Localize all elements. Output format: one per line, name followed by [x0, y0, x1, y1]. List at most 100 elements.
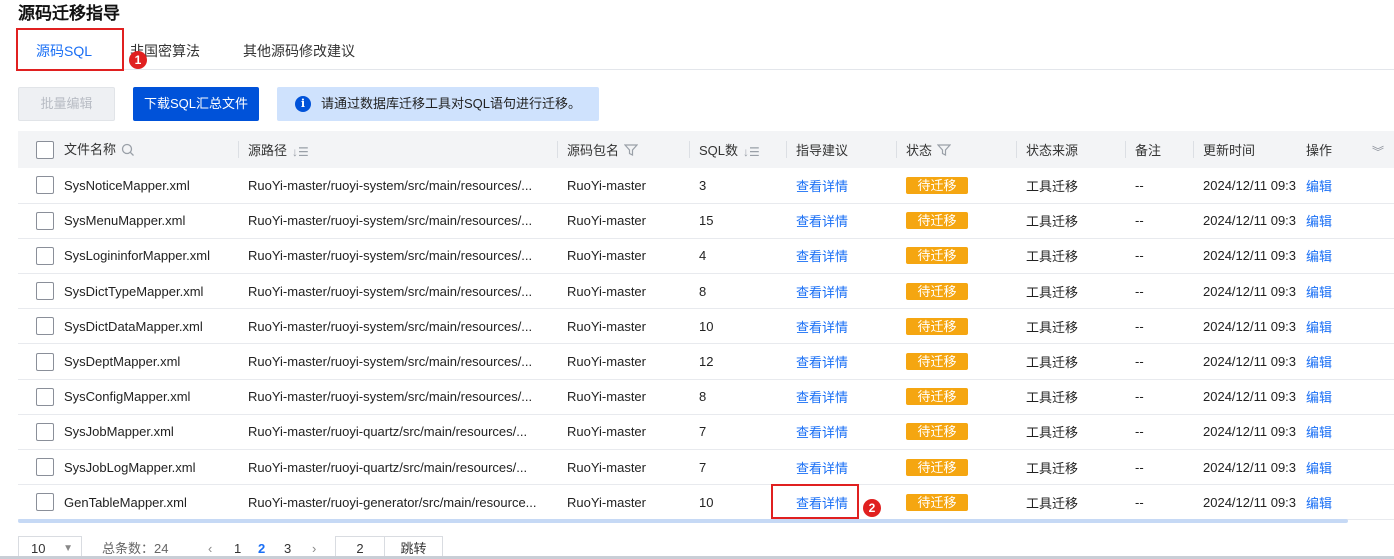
- view-details-link[interactable]: 查看详情: [796, 214, 848, 229]
- file-name-cell: GenTableMapper.xml: [64, 494, 187, 510]
- table-row: SysDeptMapper.xml RuoYi-master/ruoyi-sys…: [18, 344, 1394, 380]
- status-source-cell: 工具迁移: [1026, 214, 1079, 230]
- file-table: 文件名称 源路径 ↓☰ 源码包名 SQL数 ↓☰ 指导建议 状态 状态来源 备注 更…: [18, 131, 1394, 520]
- edit-link[interactable]: 编辑: [1306, 355, 1332, 370]
- row-checkbox[interactable]: [36, 317, 54, 336]
- row-checkbox[interactable]: [36, 458, 54, 477]
- package-cell: RuoYi-master: [567, 318, 646, 334]
- download-sql-button[interactable]: 下载SQL汇总文件: [133, 87, 259, 121]
- row-checkbox[interactable]: [36, 352, 54, 371]
- file-name-cell: SysConfigMapper.xml: [64, 389, 191, 405]
- filter-icon[interactable]: [936, 144, 952, 159]
- edit-link[interactable]: 编辑: [1306, 320, 1332, 335]
- note-cell: --: [1135, 494, 1144, 510]
- view-details-link[interactable]: 查看详情: [796, 249, 848, 264]
- row-checkbox[interactable]: [36, 176, 54, 195]
- note-cell: --: [1135, 248, 1144, 264]
- view-details-link[interactable]: 查看详情: [796, 355, 848, 370]
- search-icon[interactable]: [121, 143, 135, 160]
- table-row: SysMenuMapper.xml RuoYi-master/ruoyi-sys…: [18, 203, 1394, 239]
- notice-text: 请通过数据库迁移工具对SQL语句进行迁移。: [321, 96, 582, 111]
- view-details-link[interactable]: 查看详情: [796, 179, 848, 194]
- header-update-time: 更新时间: [1203, 143, 1256, 158]
- sql-count-cell: 12: [699, 354, 714, 370]
- status-badge: 待迁移: [906, 353, 968, 371]
- sort-icon[interactable]: ↓☰: [743, 145, 760, 159]
- status-source-cell: 工具迁移: [1026, 249, 1079, 265]
- path-cell: RuoYi-master/ruoyi-quartz/src/main/resou…: [248, 424, 528, 440]
- note-cell: --: [1135, 389, 1144, 405]
- annotation-number-1: 1: [129, 51, 147, 69]
- table-row: SysDictDataMapper.xml RuoYi-master/ruoyi…: [18, 309, 1394, 344]
- row-checkbox[interactable]: [36, 282, 54, 301]
- view-details-link[interactable]: 查看详情: [796, 461, 848, 476]
- tab-other-suggestions[interactable]: 其他源码修改建议: [243, 34, 355, 70]
- edit-link[interactable]: 编辑: [1306, 285, 1332, 300]
- edit-link[interactable]: 编辑: [1306, 496, 1332, 511]
- edit-link[interactable]: 编辑: [1306, 249, 1332, 264]
- row-checkbox[interactable]: [36, 493, 54, 512]
- file-name-cell: SysDeptMapper.xml: [64, 354, 181, 370]
- file-name-cell: SysJobLogMapper.xml: [64, 459, 196, 475]
- status-source-cell: 工具迁移: [1026, 425, 1079, 441]
- update-time-cell: 2024/12/11 09:3: [1203, 213, 1296, 229]
- header-path: 源路径: [248, 143, 288, 158]
- edit-link[interactable]: 编辑: [1306, 390, 1332, 405]
- row-checkbox[interactable]: [36, 246, 54, 265]
- view-details-link[interactable]: 查看详情: [796, 320, 848, 335]
- table-row: SysNoticeMapper.xml RuoYi-master/ruoyi-s…: [18, 168, 1394, 204]
- status-badge: 待迁移: [906, 176, 968, 194]
- path-cell: RuoYi-master/ruoyi-system/src/main/resou…: [248, 177, 533, 193]
- edit-link[interactable]: 编辑: [1306, 461, 1332, 476]
- chevron-down-icon[interactable]: ︾: [1372, 143, 1384, 160]
- package-cell: RuoYi-master: [567, 248, 646, 264]
- path-cell: RuoYi-master/ruoyi-system/src/main/resou…: [248, 389, 533, 405]
- view-details-link[interactable]: 查看详情: [796, 425, 848, 440]
- update-time-cell: 2024/12/11 09:3: [1203, 459, 1296, 475]
- status-source-cell: 工具迁移: [1026, 319, 1079, 335]
- sort-icon[interactable]: ↓☰: [292, 145, 309, 159]
- view-details-link[interactable]: 查看详情: [796, 390, 848, 405]
- header-sql-count: SQL数: [699, 143, 739, 158]
- status-badge: 待迁移: [906, 458, 968, 476]
- file-name-cell: SysJobMapper.xml: [64, 424, 174, 440]
- package-cell: RuoYi-master: [567, 424, 646, 440]
- row-checkbox[interactable]: [36, 211, 54, 230]
- status-badge: 待迁移: [906, 282, 968, 300]
- note-cell: --: [1135, 354, 1144, 370]
- update-time-cell: 2024/12/11 09:3: [1203, 354, 1296, 370]
- filter-icon[interactable]: [623, 144, 639, 159]
- table-row: SysConfigMapper.xml RuoYi-master/ruoyi-s…: [18, 379, 1394, 415]
- note-cell: --: [1135, 213, 1144, 229]
- view-details-link[interactable]: 查看详情: [796, 285, 848, 300]
- edit-link[interactable]: 编辑: [1306, 179, 1332, 194]
- row-checkbox[interactable]: [36, 422, 54, 441]
- update-time-cell: 2024/12/11 09:3: [1203, 494, 1296, 510]
- status-source-cell: 工具迁移: [1026, 284, 1079, 300]
- update-time-cell: 2024/12/11 09:3: [1203, 248, 1296, 264]
- select-all-checkbox[interactable]: [36, 140, 54, 159]
- table-row: SysJobMapper.xml RuoYi-master/ruoyi-quar…: [18, 414, 1394, 450]
- update-time-cell: 2024/12/11 09:3: [1203, 389, 1296, 405]
- sql-count-cell: 8: [699, 283, 707, 299]
- page-size-value: 10: [31, 541, 46, 556]
- edit-link[interactable]: 编辑: [1306, 425, 1332, 440]
- status-badge: 待迁移: [906, 247, 968, 265]
- batch-edit-button[interactable]: 批量编辑: [18, 87, 115, 121]
- package-cell: RuoYi-master: [567, 354, 646, 370]
- row-checkbox[interactable]: [36, 387, 54, 406]
- status-source-cell: 工具迁移: [1026, 178, 1079, 194]
- status-source-cell: 工具迁移: [1026, 355, 1079, 371]
- status-source-cell: 工具迁移: [1026, 495, 1079, 511]
- annotation-box-2: [771, 484, 859, 519]
- header-status: 状态: [906, 142, 933, 158]
- note-cell: --: [1135, 177, 1144, 193]
- file-name-cell: SysDictTypeMapper.xml: [64, 283, 204, 299]
- status-badge: 待迁移: [906, 212, 968, 230]
- table-row: GenTableMapper.xml RuoYi-master/ruoyi-ge…: [18, 485, 1394, 520]
- update-time-cell: 2024/12/11 09:3: [1203, 318, 1296, 334]
- package-cell: RuoYi-master: [567, 389, 646, 405]
- horizontal-scrollbar[interactable]: [18, 519, 1348, 523]
- edit-link[interactable]: 编辑: [1306, 214, 1332, 229]
- header-package: 源码包名: [567, 142, 620, 158]
